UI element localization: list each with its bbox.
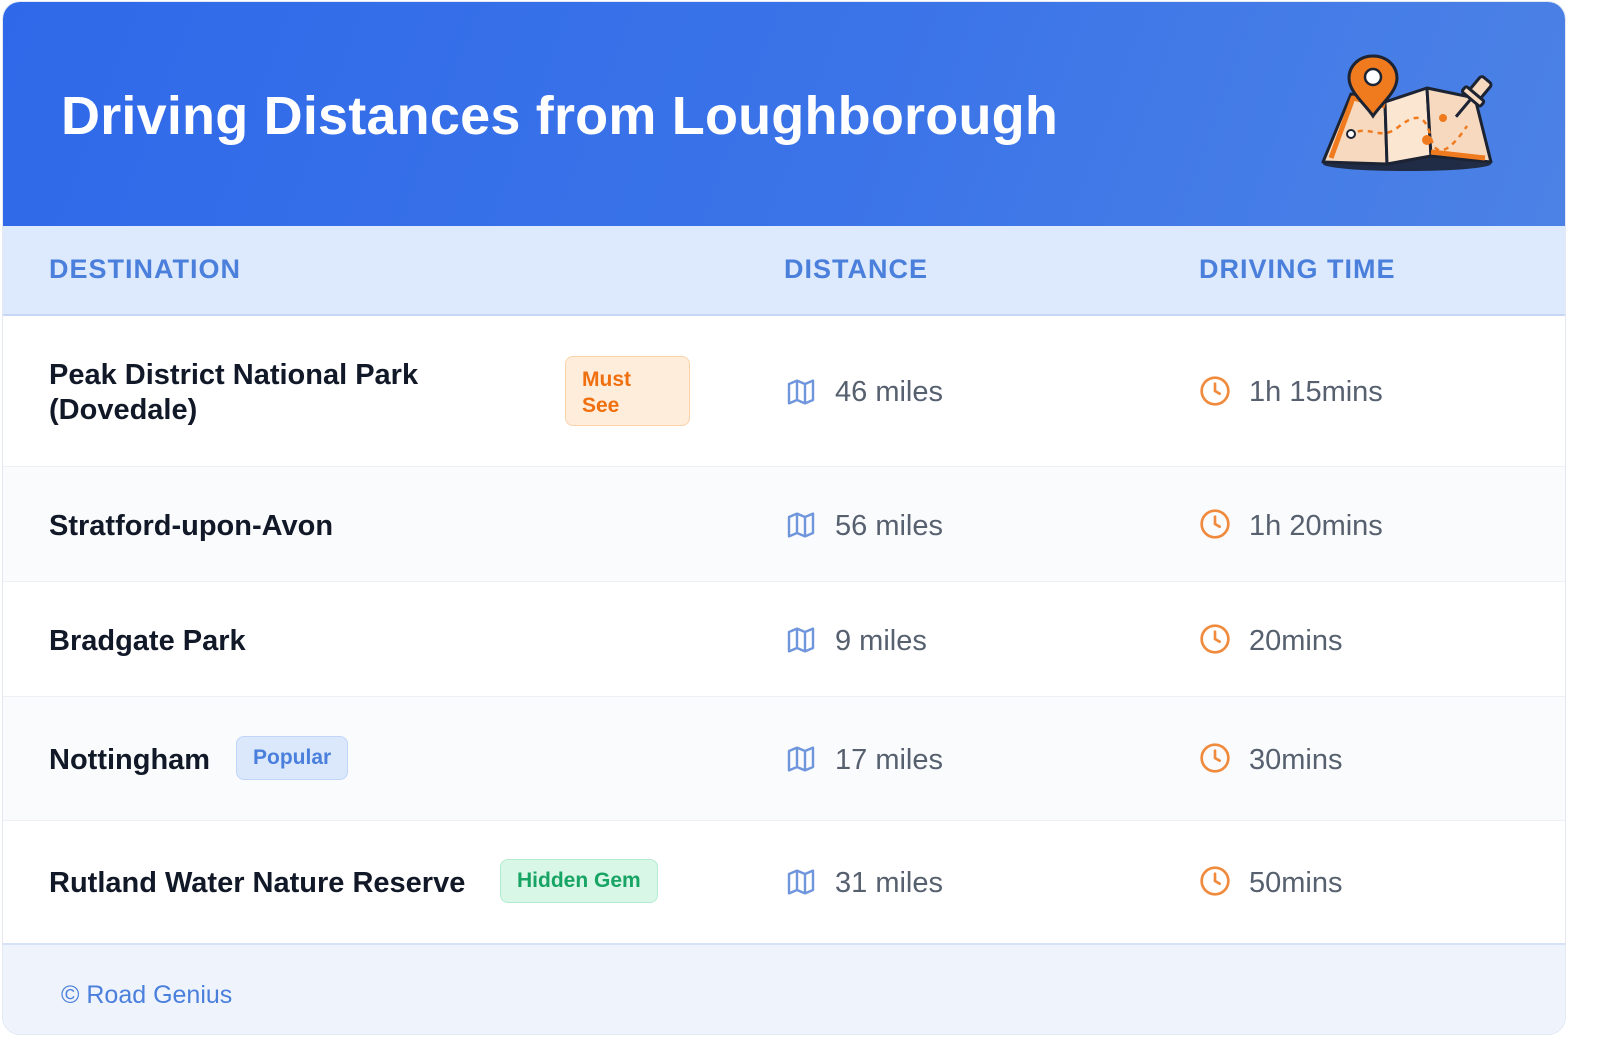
- driving-time-value: 50mins: [1249, 867, 1343, 899]
- table-header: DESTINATION DISTANCE DRIVING TIME: [3, 226, 1565, 316]
- table-row: Peak District National Park (Dovedale) M…: [3, 316, 1565, 467]
- footer-credit: © Road Genius: [61, 981, 233, 1009]
- table-row: Rutland Water Nature Reserve Hidden Gem …: [3, 821, 1565, 943]
- driving-time-value: 30mins: [1249, 744, 1343, 776]
- driving-time-value: 20mins: [1249, 625, 1343, 657]
- map-icon: [787, 512, 815, 538]
- table-row: Stratford-upon-Avon 56 miles 1h 20mins: [3, 467, 1565, 582]
- column-header-driving-time: DRIVING TIME: [1199, 254, 1396, 284]
- destination-name: Stratford-upon-Avon: [49, 510, 334, 542]
- must-see-badge: Must See: [565, 356, 690, 426]
- page-title: Driving Distances from Loughborough: [61, 86, 1059, 146]
- card-footer: © Road Genius: [3, 943, 1565, 1034]
- driving-time-value: 1h 15mins: [1249, 376, 1383, 408]
- clock-icon: [1200, 743, 1230, 773]
- distance-value: 46 miles: [835, 376, 943, 408]
- card-header: Driving Distances from Loughborough: [3, 2, 1565, 226]
- driving-time-value: 1h 20mins: [1249, 510, 1383, 542]
- distance-value: 17 miles: [835, 744, 943, 776]
- destination-name: Bradgate Park: [49, 625, 246, 657]
- destination-name: Peak District National Park (Dovedale): [49, 359, 419, 426]
- map-icon: [787, 379, 815, 405]
- destination-name: Rutland Water Nature Reserve: [49, 867, 466, 899]
- table-row: Bradgate Park 9 miles 20mins: [3, 582, 1565, 697]
- folded-map-with-pin-icon: [1321, 54, 1493, 171]
- map-icon: [787, 627, 815, 653]
- clock-icon: [1200, 624, 1230, 654]
- clock-icon: [1200, 866, 1230, 896]
- distance-table-card: Driving Distances from Loughborough DEST…: [2, 1, 1566, 1035]
- map-icon: [787, 869, 815, 895]
- distance-value: 31 miles: [835, 867, 943, 899]
- column-header-distance: DISTANCE: [784, 254, 929, 284]
- destination-name: Nottingham: [49, 744, 211, 776]
- distance-value: 9 miles: [835, 625, 927, 657]
- distance-value: 56 miles: [835, 510, 943, 542]
- map-icon: [787, 746, 815, 772]
- popular-badge: Popular: [236, 736, 349, 780]
- table-row: Nottingham Popular 17 miles 30mins: [3, 697, 1565, 821]
- clock-icon: [1200, 376, 1230, 406]
- clock-icon: [1200, 509, 1230, 539]
- hidden-gem-badge: Hidden Gem: [500, 859, 658, 903]
- column-header-destination: DESTINATION: [49, 254, 241, 284]
